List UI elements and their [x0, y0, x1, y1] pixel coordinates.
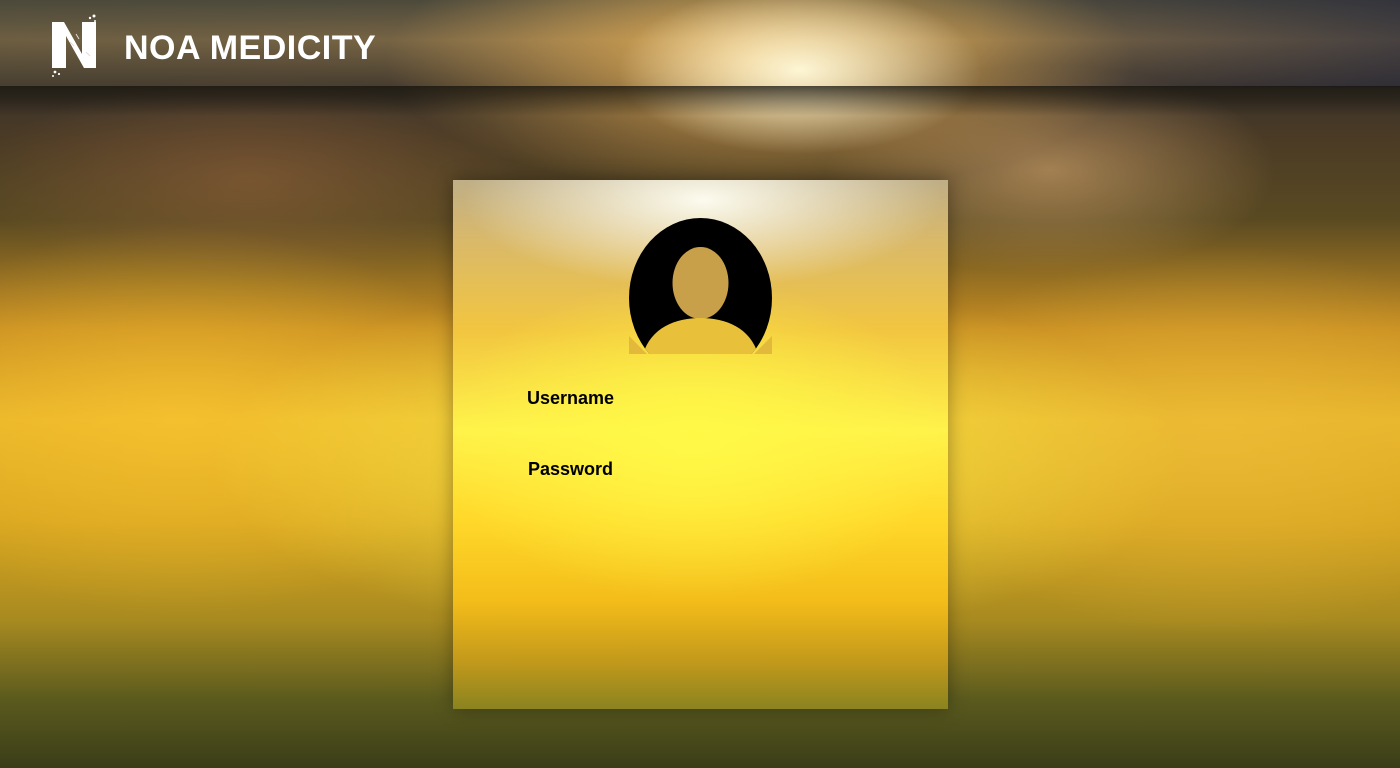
login-card: Username Password: [453, 180, 948, 709]
header-divider: [0, 86, 1400, 116]
brand-name: NOA MEDICITY: [124, 29, 377, 67]
n-logo-icon: [52, 14, 96, 77]
username-input[interactable]: [638, 385, 882, 413]
username-label: Username: [527, 388, 615, 408]
user-avatar-icon: [629, 218, 772, 354]
password-input[interactable]: [638, 456, 882, 484]
password-label: Password: [528, 459, 614, 479]
